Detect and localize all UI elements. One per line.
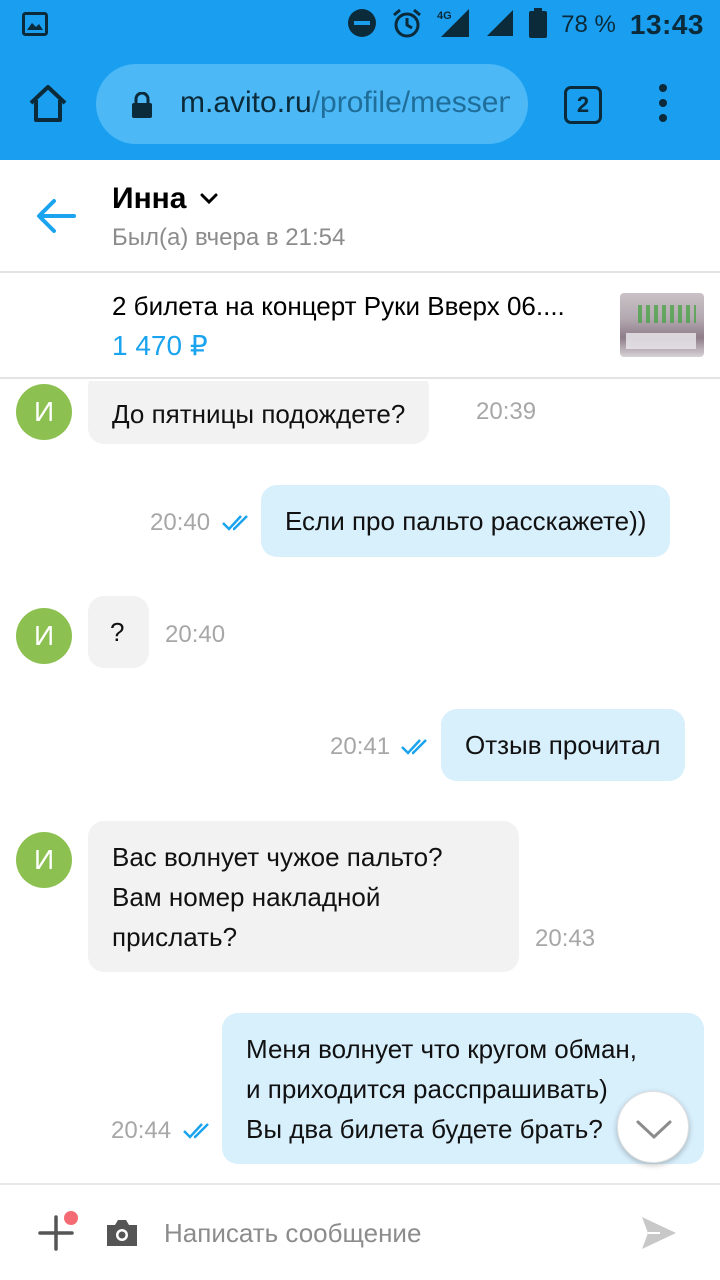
message-bubble-incoming[interactable]: Вас волнует чужое пальто? Вам номер накл… — [88, 821, 519, 972]
message-text-line: прислать? — [112, 922, 238, 952]
gallery-icon — [22, 12, 48, 41]
message-time: 20:40 — [150, 509, 211, 536]
listing-thumbnail[interactable] — [620, 293, 704, 357]
home-icon[interactable] — [26, 82, 70, 126]
message-time: 20:44 — [111, 1117, 172, 1144]
chevron-down-icon — [636, 1120, 672, 1140]
message-text: Отзыв прочитал — [465, 730, 661, 760]
more-menu-icon[interactable] — [652, 84, 674, 128]
notification-dot — [64, 1211, 78, 1225]
avatar[interactable]: И — [16, 608, 72, 664]
message-text-line: и приходится расспрашивать) — [246, 1074, 608, 1104]
message-bubble-outgoing[interactable]: Если про пальто расскажете)) — [261, 485, 671, 557]
svg-text:4G: 4G — [437, 10, 452, 22]
dnd-icon — [347, 8, 377, 43]
message-time: 20:41 — [330, 733, 391, 760]
status-bar: 4G 78 % 13:43 — [0, 0, 720, 50]
chat-header: Инна Был(а) вчера в 21:54 — [0, 160, 720, 273]
message-input[interactable] — [164, 1211, 604, 1255]
message-bubble-incoming[interactable]: До пятницы подождете? — [88, 381, 430, 444]
message-text: ? — [110, 617, 125, 647]
signal-icon — [485, 8, 515, 43]
message-text-line: Вы два билета будете брать? — [246, 1114, 603, 1144]
battery-icon — [529, 7, 548, 43]
message-text: Если про пальто расскажете)) — [285, 506, 647, 536]
address-bar[interactable]: m.avito.ru/profile/messenger — [96, 64, 528, 144]
read-check-icon — [401, 738, 433, 756]
back-arrow-icon[interactable] — [34, 196, 78, 236]
message-text: До пятницы подождете? — [112, 399, 406, 429]
signal-4g-icon: 4G — [437, 7, 471, 44]
listing-title[interactable]: 2 билета на концерт Руки Вверх 06.... — [112, 291, 565, 322]
message-list[interactable]: И До пятницы подождете? 20:39 20:40 Если… — [0, 381, 720, 1183]
url-path: /profile/messenger — [311, 86, 510, 119]
message-bubble-outgoing[interactable]: Отзыв прочитал — [441, 709, 685, 781]
listing-card[interactable]: 2 билета на концерт Руки Вверх 06.... 1 … — [0, 273, 720, 379]
message-text-line: Вас волнует чужое пальто? — [112, 842, 443, 872]
browser-toolbar: m.avito.ru/profile/messenger 2 — [0, 50, 720, 160]
message-time: 20:43 — [535, 925, 596, 952]
read-check-icon — [183, 1122, 215, 1140]
alarm-icon — [391, 7, 423, 44]
scroll-to-bottom-button[interactable] — [617, 1091, 689, 1163]
url-text: m.avito.ru/profile/messenger — [180, 86, 510, 122]
message-time: 20:40 — [165, 621, 226, 648]
camera-icon[interactable] — [104, 1217, 140, 1249]
chevron-down-icon[interactable] — [200, 192, 218, 206]
message-text-line: Меня волнует что кругом обман, — [246, 1034, 638, 1064]
lock-icon — [130, 91, 154, 118]
message-time: 20:39 — [476, 398, 537, 425]
avatar[interactable]: И — [16, 384, 72, 440]
message-composer — [0, 1183, 720, 1280]
send-icon[interactable] — [640, 1215, 678, 1251]
message-bubble-incoming[interactable]: ? — [88, 596, 149, 668]
listing-price: 1 470 ₽ — [112, 330, 208, 361]
contact-last-seen: Был(а) вчера в 21:54 — [112, 224, 346, 251]
read-check-icon — [222, 514, 254, 532]
contact-name[interactable]: Инна — [112, 182, 187, 216]
url-host: m.avito.ru — [180, 86, 312, 119]
tab-switcher-button[interactable]: 2 — [564, 86, 602, 124]
battery-percentage: 78 % — [561, 11, 616, 38]
avatar[interactable]: И — [16, 832, 72, 888]
message-text-line: Вам номер накладной — [112, 882, 381, 912]
clock: 13:43 — [629, 9, 704, 40]
